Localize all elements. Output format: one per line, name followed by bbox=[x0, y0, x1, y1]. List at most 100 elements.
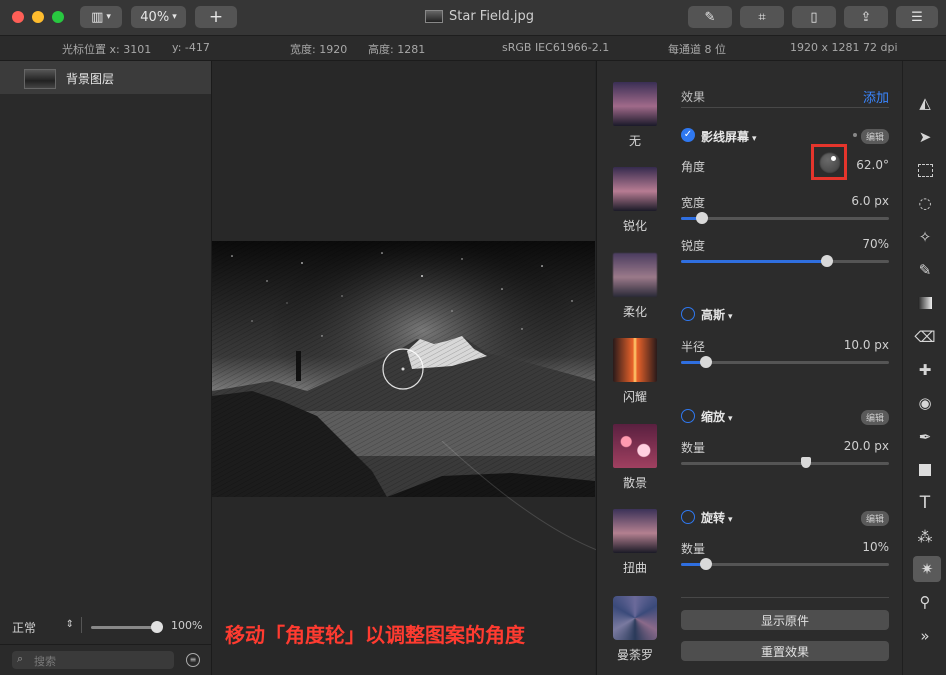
close-window-button[interactable] bbox=[12, 11, 24, 23]
dashed-rect-icon bbox=[917, 163, 933, 177]
zoom-blur-edit-button[interactable]: 编辑 bbox=[860, 410, 889, 425]
angle-wheel[interactable] bbox=[819, 152, 841, 174]
share-button[interactable]: ⇪ bbox=[844, 6, 888, 28]
preset-none-label: 无 bbox=[628, 134, 641, 148]
sliders-icon: ☰ bbox=[911, 9, 923, 25]
more-tools-button[interactable]: » bbox=[915, 626, 935, 646]
preset-soften-label: 柔化 bbox=[622, 305, 647, 319]
opacity-slider[interactable] bbox=[91, 621, 163, 633]
preset-glow-label: 闪耀 bbox=[622, 390, 647, 404]
layer-name: 背景图层 bbox=[66, 72, 115, 86]
twirl-amount-slider-knob[interactable] bbox=[699, 558, 712, 570]
preset-soften-thumbnail[interactable] bbox=[613, 253, 657, 297]
preset-sharpen-thumbnail[interactable] bbox=[613, 167, 657, 211]
color-adjust-tool[interactable]: ⁂ bbox=[915, 527, 935, 547]
tutorial-caption: 移动「角度轮」以调整图案的角度 bbox=[225, 623, 525, 647]
sharpness-slider-knob[interactable] bbox=[820, 255, 833, 267]
radius-value: 10.0 px bbox=[843, 338, 889, 352]
zoom-blur-title[interactable]: 缩放 ▾ bbox=[701, 408, 733, 425]
gradient-tool[interactable] bbox=[915, 293, 935, 313]
radius-slider[interactable] bbox=[681, 356, 889, 368]
zoom-amount-slider-knob[interactable] bbox=[800, 457, 811, 468]
divider bbox=[681, 597, 889, 598]
gradient-icon bbox=[918, 297, 932, 309]
layers-panel: 背景图层 正常 ⇕ 100% ⌕ 搜索 ≡ bbox=[0, 61, 212, 675]
line-screen-title[interactable]: 影线屏幕 ▾ bbox=[701, 128, 757, 145]
canvas-area[interactable]: 移动「角度轮」以调整图案的角度 bbox=[212, 61, 833, 675]
line-screen-edit-button[interactable]: 编辑 bbox=[860, 129, 889, 144]
width-slider[interactable] bbox=[681, 212, 889, 224]
line-screen-checkbox[interactable]: ✓ bbox=[681, 128, 695, 142]
image-height-readout: 高度: 1281 bbox=[368, 43, 426, 56]
angle-label: 角度 bbox=[681, 160, 706, 174]
twirl-checkbox[interactable] bbox=[681, 510, 695, 524]
reset-effects-button[interactable]: 重置效果 bbox=[681, 641, 889, 661]
cursor-x-readout: 光标位置 x: 3101 bbox=[62, 43, 152, 56]
filter-button[interactable]: ≡ bbox=[186, 653, 200, 667]
minimize-window-button[interactable] bbox=[32, 11, 44, 23]
sharpness-slider-fill bbox=[681, 260, 827, 263]
healing-tool[interactable]: ✚ bbox=[915, 360, 935, 380]
search-placeholder: 搜索 bbox=[34, 655, 56, 668]
blend-mode-select[interactable]: 正常 ⇕ bbox=[12, 619, 74, 636]
radius-slider-knob[interactable] bbox=[699, 356, 712, 368]
move-tool[interactable]: ➤ bbox=[915, 127, 935, 147]
brush-tool[interactable]: ✎ bbox=[915, 260, 935, 280]
effects-tool[interactable]: ✷ bbox=[913, 556, 941, 582]
add-effect-button[interactable]: 添加 bbox=[863, 87, 889, 106]
opacity-slider-knob[interactable] bbox=[151, 621, 163, 633]
plus-icon: + bbox=[208, 7, 224, 27]
twirl-title[interactable]: 旋转 ▾ bbox=[701, 509, 733, 526]
adjustments-button[interactable]: ☰ bbox=[896, 6, 938, 28]
width-value: 6.0 px bbox=[851, 194, 889, 208]
zoom-amount-slider[interactable] bbox=[681, 457, 889, 468]
gaussian-title[interactable]: 高斯 ▾ bbox=[701, 306, 733, 323]
crop-button[interactable]: ⌗ bbox=[740, 6, 784, 28]
lasso-tool[interactable]: ◌ bbox=[915, 193, 935, 213]
preset-distort-thumbnail[interactable] bbox=[613, 509, 657, 553]
share-icon: ⇪ bbox=[860, 9, 872, 25]
twirl-amount-slider[interactable] bbox=[681, 558, 889, 570]
pen-nib-icon: ✒ bbox=[918, 428, 932, 446]
preset-bokeh-label: 散景 bbox=[622, 476, 647, 490]
layer-item[interactable]: 背景图层 bbox=[0, 61, 211, 94]
zoom-select[interactable]: 40% ▾ bbox=[131, 6, 186, 28]
pen-tool[interactable]: ✒ bbox=[915, 427, 935, 447]
twirl-edit-button[interactable]: 编辑 bbox=[860, 511, 889, 526]
paint-bucket-tool[interactable]: ◭ bbox=[915, 93, 935, 113]
effects-sparkle-icon: ✷ bbox=[920, 560, 934, 578]
shape-tool[interactable] bbox=[915, 460, 935, 480]
divider bbox=[0, 644, 211, 645]
angle-wheel-indicator bbox=[831, 156, 836, 161]
brush-icon: ✎ bbox=[918, 261, 932, 279]
gaussian-checkbox[interactable] bbox=[681, 307, 695, 321]
add-button[interactable]: + bbox=[195, 6, 237, 28]
text-t-icon: T bbox=[919, 493, 931, 513]
clone-tool[interactable]: ◉ bbox=[915, 393, 935, 413]
radius-label: 半径 bbox=[681, 340, 706, 354]
rect-select-tool[interactable] bbox=[915, 160, 935, 180]
sidebar-toggle-button[interactable]: ▥ ▾ bbox=[80, 6, 122, 28]
zoom-blur-checkbox[interactable] bbox=[681, 409, 695, 423]
updown-chevron-icon: ⇕ bbox=[65, 619, 74, 630]
preset-bokeh-thumbnail[interactable] bbox=[613, 424, 657, 468]
preset-mandala-thumbnail[interactable] bbox=[613, 596, 657, 640]
preset-glow-thumbnail[interactable] bbox=[613, 338, 657, 382]
sharpness-slider[interactable] bbox=[681, 255, 889, 267]
brush-tool-button[interactable]: ✎ bbox=[688, 6, 732, 28]
text-tool[interactable]: T bbox=[915, 493, 935, 513]
eraser-tool[interactable]: ⌫ bbox=[914, 327, 935, 347]
opacity-value: 100% bbox=[171, 619, 203, 632]
width-slider-knob[interactable] bbox=[695, 212, 708, 224]
show-original-button[interactable]: 显示原件 bbox=[681, 610, 889, 630]
zoom-amount-label: 数量 bbox=[681, 441, 706, 455]
sharpness-label: 锐度 bbox=[681, 239, 706, 253]
document-button[interactable]: ▯ bbox=[792, 6, 836, 28]
zoom-window-button[interactable] bbox=[52, 11, 64, 23]
zoom-tool[interactable]: ⚲ bbox=[915, 592, 935, 612]
magic-wand-tool[interactable]: ✧ bbox=[915, 227, 935, 247]
search-field[interactable]: ⌕ 搜索 bbox=[12, 651, 174, 669]
angle-guide-arc bbox=[441, 160, 833, 564]
preset-none-thumbnail[interactable] bbox=[613, 82, 657, 126]
paint-bucket-icon: ◭ bbox=[919, 94, 931, 112]
